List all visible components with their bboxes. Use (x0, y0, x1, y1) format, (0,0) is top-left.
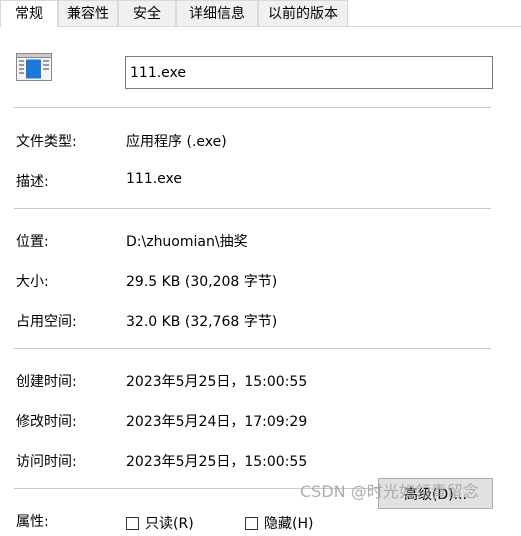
size-label: 大小: (16, 274, 49, 290)
readonly-checkbox[interactable] (126, 516, 139, 530)
properties-window: 常规 兼容性 安全 详细信息 以前的版本 文件类型: 应用程序 (.ex (0, 0, 521, 536)
accessed-label: 访问时间: (16, 454, 77, 470)
size-on-disk-value: 32.0 KB (32,768 字节) (126, 314, 278, 330)
file-type-value: 应用程序 (.exe) (126, 134, 227, 150)
separator (14, 208, 491, 209)
file-name-input[interactable] (125, 56, 493, 89)
application-window-icon (16, 53, 52, 81)
hidden-label: 隐藏(H) (264, 516, 314, 532)
tab-details[interactable]: 详细信息 (176, 0, 258, 26)
description-label: 描述: (16, 174, 49, 190)
location-value: D:\zhuomian\抽奖 (126, 234, 248, 250)
created-value: 2023年5月25日，15:00:55 (126, 374, 308, 390)
description-value: 111.exe (126, 171, 183, 187)
size-on-disk-label: 占用空间: (16, 314, 77, 330)
location-label: 位置: (16, 234, 49, 250)
tab-bar: 常规 兼容性 安全 详细信息 以前的版本 (0, 0, 521, 27)
tab-previous-versions[interactable]: 以前的版本 (258, 0, 348, 26)
accessed-value: 2023年5月25日，15:00:55 (126, 454, 308, 470)
hidden-checkbox[interactable] (245, 516, 258, 530)
separator (14, 107, 491, 108)
created-label: 创建时间: (16, 374, 77, 390)
tab-security[interactable]: 安全 (118, 0, 176, 26)
advanced-button[interactable]: 高级(D)... (378, 478, 493, 509)
separator (14, 348, 491, 349)
general-tab-content: 文件类型: 应用程序 (.exe) 描述: 111.exe 位置: D:\zhu… (0, 27, 521, 536)
size-value: 29.5 KB (30,208 字节) (126, 274, 278, 290)
tab-compatibility[interactable]: 兼容性 (58, 0, 118, 26)
hidden-checkbox-group[interactable]: 隐藏(H) (245, 513, 313, 533)
file-type-label: 文件类型: (16, 134, 77, 150)
modified-label: 修改时间: (16, 414, 77, 430)
readonly-label: 只读(R) (145, 516, 194, 532)
attributes-label: 属性: (16, 514, 49, 530)
readonly-checkbox-group[interactable]: 只读(R) (126, 513, 194, 533)
modified-value: 2023年5月24日，17:09:29 (126, 414, 308, 430)
tab-general[interactable]: 常规 (0, 0, 58, 27)
